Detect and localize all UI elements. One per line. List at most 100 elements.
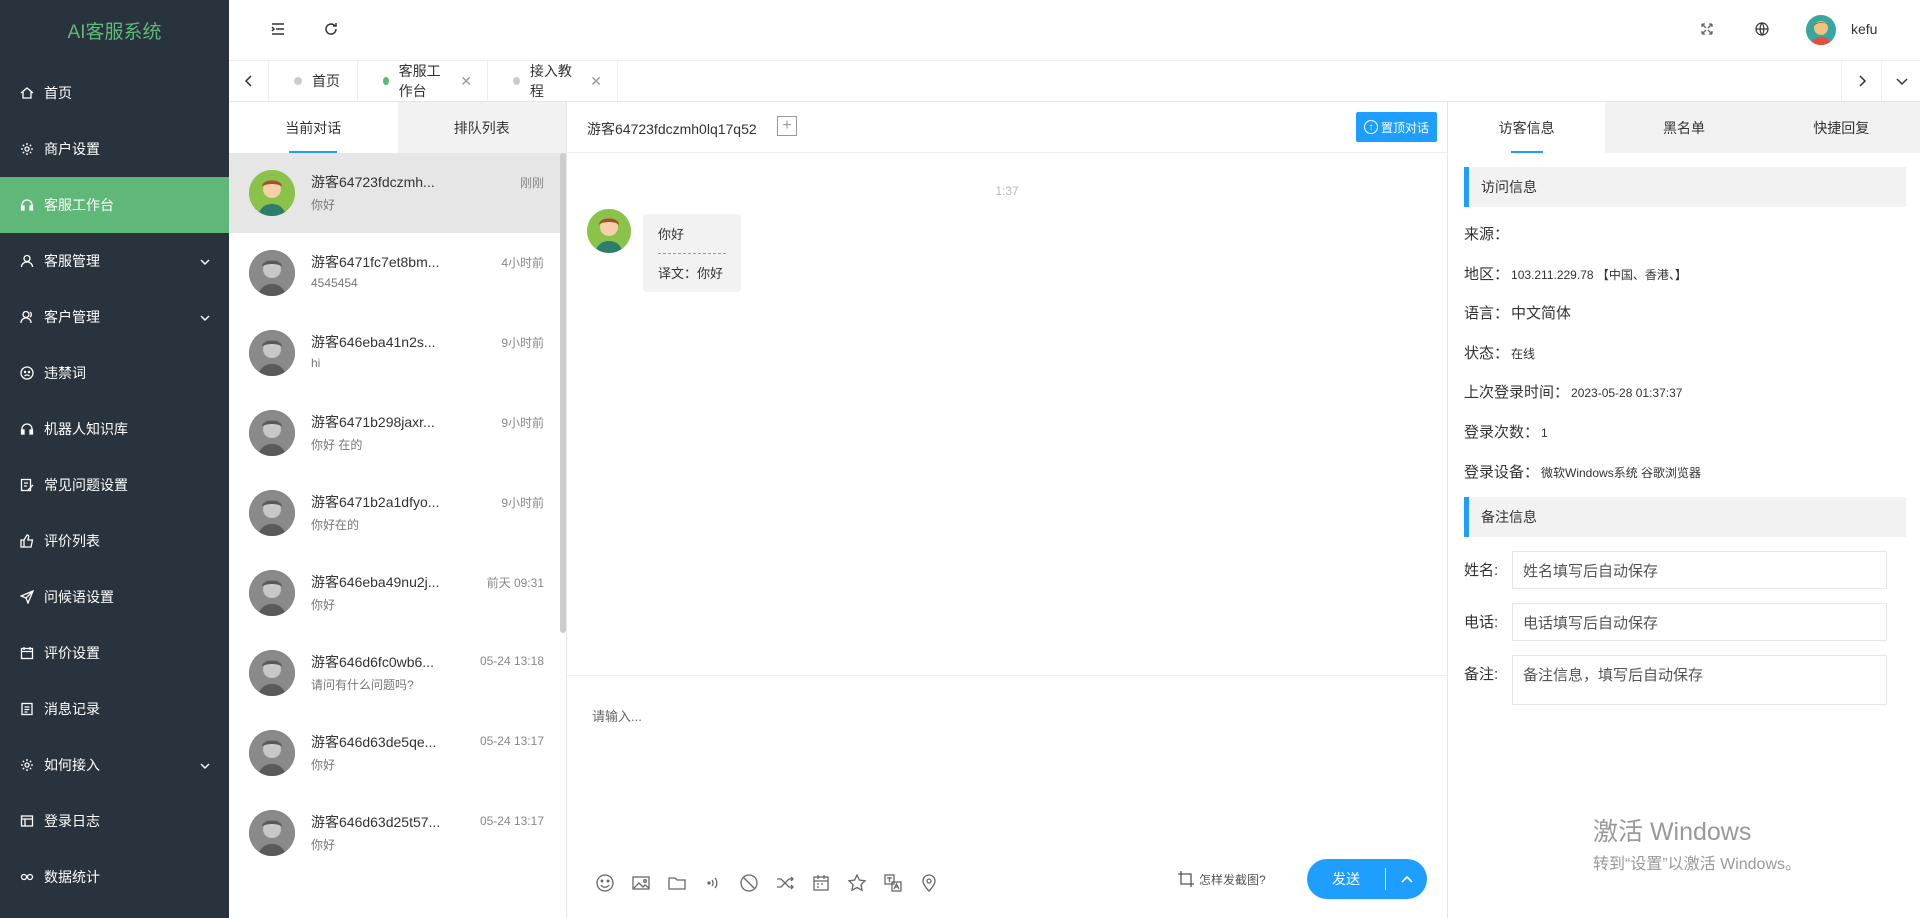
sidebar-item[interactable]: 问候语设置 [0,569,229,625]
folder-icon[interactable] [659,871,695,895]
tab-workbench[interactable]: 客服工作台 ✕ [358,61,488,101]
conversation-item[interactable]: 游客646d63d25t57... 05-24 13:17 你好 [229,793,566,873]
conversation-item[interactable]: 游客6471fc7et8bm... 4小时前 4545454 [229,233,566,313]
star-icon[interactable] [839,871,875,895]
block-icon[interactable] [731,871,767,895]
visit-info-heading: 访问信息 [1464,167,1906,207]
note-field[interactable]: 备注信息，填写后自动保存 [1512,655,1887,705]
conversation-item[interactable]: 游客646eba49nu2j... 前天 09:31 你好 [229,553,566,633]
tab-dot [513,77,520,85]
sidebar-item[interactable]: 评价设置 [0,625,229,681]
phone-field[interactable]: 电话填写后自动保存 [1512,603,1887,641]
user-avatar[interactable] [1806,15,1836,45]
tabs-menu-chevron-icon[interactable] [1881,61,1920,101]
conversation-time: 4小时前 [501,256,544,270]
conversation-scrollbar[interactable] [560,153,566,633]
arrow-up-icon: ↑ [1363,120,1378,134]
sidebar-item[interactable]: 消息记录 [0,681,229,737]
name-row: 姓名: 姓名填写后自动保存 [1464,551,1887,589]
tab-blacklist[interactable]: 黑名单 [1605,102,1763,153]
sidebar-item[interactable]: 如何接入 [0,737,229,793]
chevron-down-icon [199,255,211,267]
conversation-item[interactable]: 游客646d6fc0wb6... 05-24 13:18 请问有什么问题吗? [229,633,566,713]
conversation-name: 游客64723fdczmh... [311,174,435,190]
chevron-down-icon [199,311,211,323]
send-label: 发送 [1332,871,1360,887]
crop-icon [1178,871,1194,887]
tab-quick-reply[interactable]: 快捷回复 [1762,102,1920,153]
watermark-line2: 转到“设置”以激活 Windows。 [1593,856,1802,873]
conversation-item[interactable]: 游客64723fdczmh... 刚刚 你好 [229,153,566,233]
headset-icon [20,198,34,212]
smile-icon[interactable] [587,871,623,895]
sidebar-item[interactable]: 数据统计 [0,849,229,905]
refresh-icon[interactable] [322,20,340,38]
sidebar-item-label: 数据统计 [44,869,100,885]
fullscreen-icon[interactable] [1698,20,1716,38]
conversation-item[interactable]: 游客6471b2a1dfyo... 9小时前 你好在的 [229,473,566,553]
tab-close-icon[interactable]: ✕ [460,73,472,90]
username[interactable]: kefu [1851,21,1877,37]
conversation-item[interactable]: 游客646eba41n2s... 9小时前 hi [229,313,566,393]
menu-toggle-icon[interactable] [269,20,287,38]
conversation-item[interactable]: 游客646d63de5qe... 05-24 13:17 你好 [229,713,566,793]
phone-label: 电话: [1464,614,1499,631]
send-button[interactable]: 发送 [1307,859,1427,899]
voice-icon[interactable] [695,871,731,895]
tab-label: 接入教程 [529,63,572,99]
shuffle-icon[interactable] [767,871,803,895]
edit-icon [20,478,34,492]
sidebar-item[interactable]: 违禁词 [0,345,229,401]
sidebar-item-label: 如何接入 [44,757,100,773]
tab-home[interactable]: 首页 [269,61,358,101]
name-field[interactable]: 姓名填写后自动保存 [1512,551,1887,589]
sidebar-item[interactable]: 商户设置 [0,121,229,177]
conversation-name: 游客646eba41n2s... [311,334,436,350]
tabs-next-icon[interactable] [1841,61,1881,101]
send-divider [1385,868,1386,890]
image-icon[interactable] [623,871,659,895]
tabs-prev-icon[interactable] [229,61,269,101]
add-icon[interactable]: + [777,116,797,136]
info-row-device: 登录设备： 微软Windows系统 谷歌浏览器 [1464,464,1702,481]
conversation-time: 前天 09:31 [486,576,544,590]
calendar-icon[interactable] [803,871,839,895]
sidebar-item-label: 机器人知识库 [44,421,128,437]
sidebar-item[interactable]: 客服管理 [0,233,229,289]
conversation-preview: hi [311,356,321,370]
pin-conversation-button[interactable]: ↑ 置顶对话 [1355,112,1437,142]
tab-tutorial[interactable]: 接入教程 ✕ [488,61,618,101]
conversation-time: 05-24 13:18 [479,654,544,668]
conversation-preview: 你好 [311,838,336,852]
conversation-time: 05-24 13:17 [479,814,544,828]
thumb-icon [20,534,34,548]
conversation-list: 游客64723fdczmh... 刚刚 你好 游客6471fc7et8bm... 4小时… [229,153,566,918]
message-input[interactable]: 请输入... [592,706,642,725]
translate-icon[interactable] [875,871,911,895]
chat-toolbar [587,871,947,895]
tab-queue-list[interactable]: 排队列表 [397,102,566,153]
sidebar-item[interactable]: 首页 [0,65,229,121]
sidebar-item[interactable]: 评价列表 [0,513,229,569]
sidebar-item-label: 客服工作台 [44,197,114,213]
home-icon [20,86,34,100]
tab-close-icon[interactable]: ✕ [590,73,602,90]
sidebar-item-label: 问候语设置 [44,589,114,605]
conversation-time: 9小时前 [501,336,544,350]
chevron-up-icon[interactable] [1386,875,1427,883]
sidebar-item[interactable]: 客服工作台 [0,177,229,233]
sidebar-item[interactable]: 机器人知识库 [0,401,229,457]
sidebar-item[interactable]: 登录日志 [0,793,229,849]
conversation-item[interactable]: 游客6471b298jaxr... 9小时前 你好 在的 [229,393,566,473]
sidebar-item[interactable]: 常见问题设置 [0,457,229,513]
conversation-tabs: 当前对话 排队列表 [229,102,566,153]
sidebar-item[interactable]: 客户管理 [0,289,229,345]
link-icon [20,870,34,884]
globe-icon[interactable] [1753,20,1771,38]
visitor-avatar [249,410,295,456]
face-icon [20,366,34,380]
tab-current-conversations[interactable]: 当前对话 [229,102,398,153]
screenshot-help-link[interactable]: 怎样发截图? [1177,870,1266,888]
location-icon[interactable] [911,871,947,895]
tab-visitor-info[interactable]: 访客信息 [1448,102,1606,153]
